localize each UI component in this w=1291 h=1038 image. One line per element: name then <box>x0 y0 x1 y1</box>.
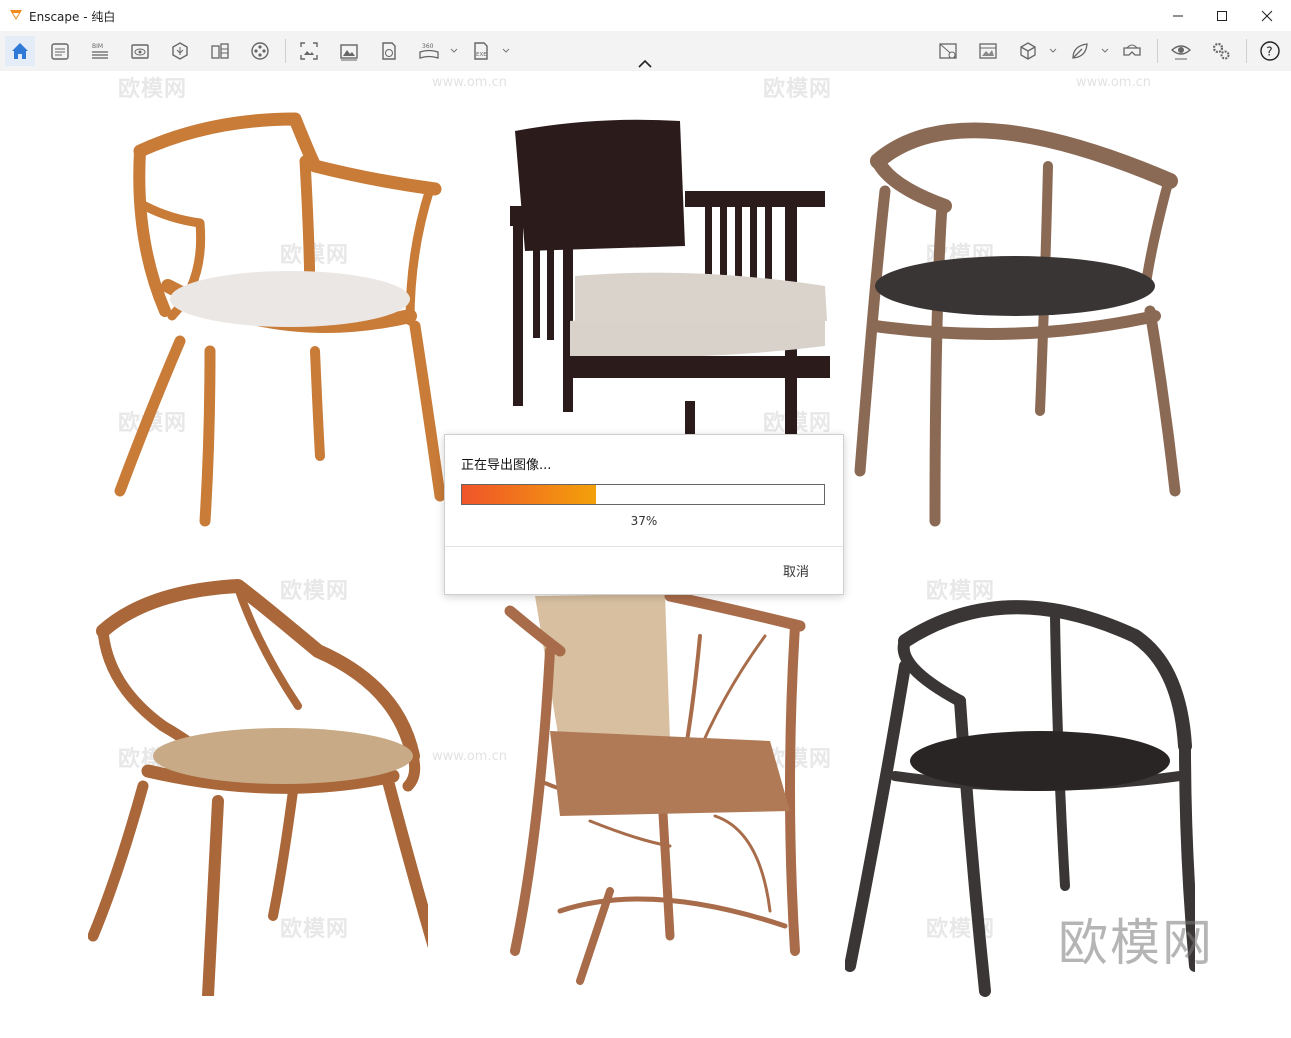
asset-library-button[interactable] <box>165 36 195 66</box>
chair-natural-wood-white-seat <box>114 112 446 527</box>
exe-export-button[interactable]: EXE <box>466 36 496 66</box>
asset-library-icon <box>172 42 188 60</box>
material-editor-button[interactable] <box>205 36 235 66</box>
project-info-button[interactable] <box>45 36 75 66</box>
screenshot-icon <box>300 42 318 60</box>
toolbar-separator <box>1246 39 1247 63</box>
project-info-icon <box>51 43 69 60</box>
minimize-icon <box>1173 15 1183 16</box>
chair-walnut-curved <box>88 579 428 996</box>
leaf-icon <box>1072 43 1088 59</box>
vegetation-dropdown[interactable] <box>1100 43 1110 59</box>
collapse-toolbar-icon[interactable] <box>636 58 654 70</box>
export-progress-bar <box>461 484 825 505</box>
progress-percent-label: 37% <box>630 514 658 528</box>
enscape-logo-icon <box>10 10 22 20</box>
chair-grey-wood-dark-seat <box>854 122 1181 527</box>
watermark-url: www.om.cn <box>1076 75 1151 90</box>
web-standalone-button[interactable] <box>374 36 404 66</box>
window-title: Enscape - 纯白 <box>29 10 116 24</box>
vegetation-button[interactable] <box>1065 36 1095 66</box>
close-icon <box>1261 10 1273 21</box>
cube-button[interactable] <box>1013 36 1043 66</box>
minimize-button[interactable] <box>1155 0 1201 31</box>
vr-button[interactable] <box>1117 36 1147 66</box>
settings-gears-icon <box>1212 42 1230 60</box>
chair-rattan-back <box>504 591 806 985</box>
watermark: 欧模网 <box>118 77 188 102</box>
maximize-button[interactable] <box>1199 0 1245 31</box>
pano-label: 360 <box>422 43 434 50</box>
views-manager-icon <box>939 43 957 59</box>
dialog-divider <box>445 546 843 547</box>
cube-icon <box>1020 42 1036 60</box>
view-icon <box>131 44 149 59</box>
chevron-down-icon <box>1101 48 1109 53</box>
screenshot-button[interactable] <box>294 36 324 66</box>
panorama-button[interactable]: 360 <box>414 36 444 66</box>
views-manager-button[interactable] <box>933 36 963 66</box>
maximize-icon <box>1217 10 1227 21</box>
cancel-button[interactable]: 取消 <box>768 559 824 581</box>
exe-label: EXE <box>476 52 487 58</box>
close-button[interactable] <box>1244 0 1290 31</box>
chevron-down-icon <box>450 48 458 53</box>
exe-dropdown[interactable] <box>501 43 511 59</box>
title-bar: Enscape - 纯白 <box>0 0 1291 32</box>
help-button[interactable]: ? <box>1255 36 1285 66</box>
bim-icon: BIM <box>92 43 108 59</box>
bim-label: BIM <box>92 43 103 50</box>
brand-watermark: 欧模网 <box>1058 914 1214 972</box>
toolbar-separator <box>285 39 286 63</box>
toolbar-separator <box>1157 39 1158 63</box>
bim-button[interactable]: BIM <box>85 36 115 66</box>
cube-dropdown[interactable] <box>1048 43 1058 59</box>
help-icon: ? <box>1260 41 1280 61</box>
svg-text:?: ? <box>1266 45 1272 59</box>
vr-headset-icon <box>1123 44 1141 56</box>
exe-export-icon: EXE <box>474 42 488 60</box>
material-editor-icon <box>211 43 229 59</box>
export-progress-dialog: 正在导出图像... 37% 取消 <box>444 434 844 595</box>
chevron-down-icon <box>502 48 510 53</box>
atmosphere-icon <box>979 43 997 59</box>
home-icon <box>12 43 28 59</box>
atmosphere-button[interactable] <box>973 36 1003 66</box>
batch-render-icon <box>340 44 358 61</box>
chevron-down-icon <box>1049 48 1057 53</box>
watermark: 欧模网 <box>763 77 833 102</box>
general-settings-button[interactable] <box>1206 36 1236 66</box>
export-status-message: 正在导出图像... <box>461 458 552 473</box>
watermark-url: www.om.cn <box>432 75 507 90</box>
web-standalone-icon <box>382 42 396 60</box>
home-button[interactable] <box>5 36 35 66</box>
video-editor-button[interactable] <box>245 36 275 66</box>
panorama-360-icon: 360 <box>419 43 439 59</box>
view-mode-button[interactable] <box>125 36 155 66</box>
visual-settings-button[interactable] <box>1166 36 1196 66</box>
video-editor-icon <box>251 42 269 60</box>
visual-settings-icon <box>1170 45 1192 60</box>
batch-render-button[interactable] <box>334 36 364 66</box>
chair-dark-wood-slatted <box>510 119 830 436</box>
watermark-url: www.om.cn <box>432 749 507 764</box>
panorama-dropdown[interactable] <box>449 43 459 59</box>
export-progress-fill <box>462 485 596 504</box>
